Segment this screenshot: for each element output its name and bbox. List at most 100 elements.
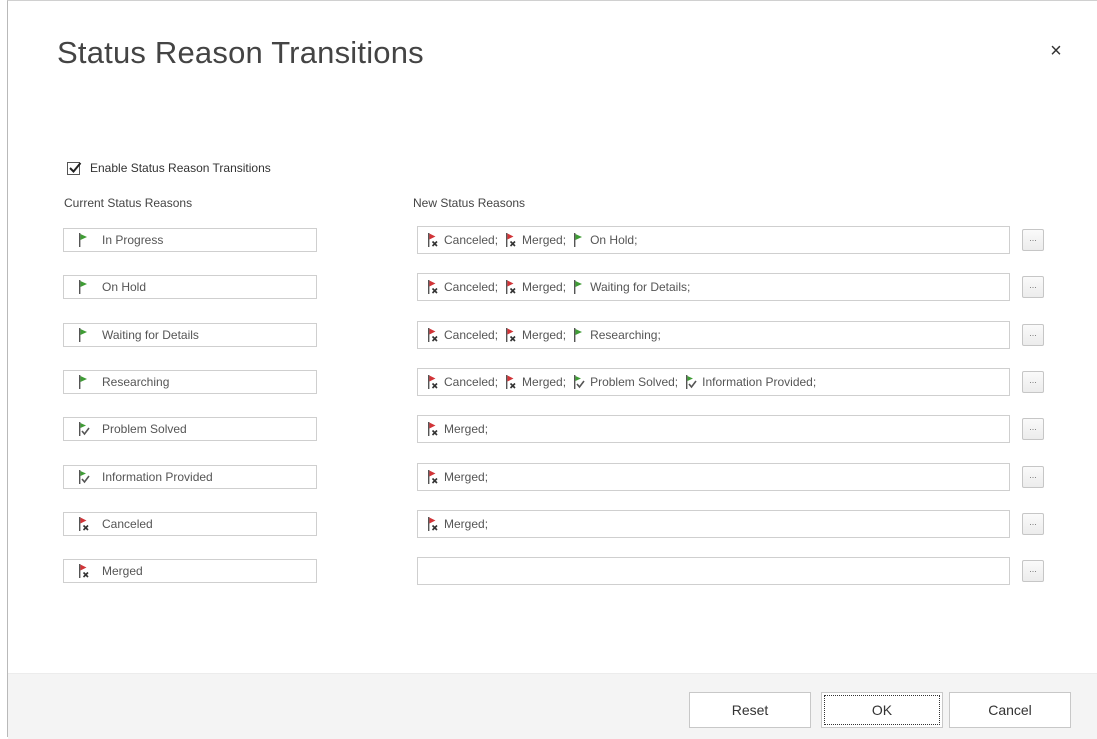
current-status-field[interactable]: Canceled: [63, 512, 317, 536]
current-status-field[interactable]: Information Provided: [63, 465, 317, 489]
green-flag-icon: [77, 327, 93, 343]
enable-transitions-label: Enable Status Reason Transitions: [90, 161, 271, 175]
new-status-reason-label: Merged;: [522, 233, 567, 247]
green-flag-icon: [572, 327, 588, 343]
current-status-label: Researching: [102, 375, 170, 389]
new-status-reason-label: Information Provided;: [702, 375, 817, 389]
new-status-reasons-field[interactable]: Canceled; Merged; Researching;: [417, 321, 1010, 349]
new-status-reason-chip[interactable]: Waiting for Details;: [572, 279, 690, 295]
checkmark-icon: [69, 161, 82, 173]
new-status-reason-chip[interactable]: Merged;: [426, 421, 488, 437]
green-flag-check-icon: [684, 374, 700, 390]
lookup-more-button[interactable]: ...: [1022, 560, 1044, 582]
new-status-reason-chip[interactable]: Merged;: [426, 469, 488, 485]
current-status-field[interactable]: Problem Solved: [63, 417, 317, 441]
new-status-reason-label: Problem Solved;: [590, 375, 679, 389]
new-status-reason-chip[interactable]: Information Provided;: [684, 374, 816, 390]
new-status-reason-chip[interactable]: Canceled;: [426, 279, 498, 295]
new-status-reason-label: Merged;: [522, 328, 567, 342]
green-flag-icon: [77, 232, 93, 248]
new-status-reasons-field[interactable]: [417, 557, 1010, 585]
current-status-label: On Hold: [102, 280, 147, 294]
new-status-reason-chip[interactable]: Researching;: [572, 327, 661, 343]
lookup-more-button[interactable]: ...: [1022, 418, 1044, 440]
new-status-reason-chip[interactable]: Merged;: [504, 374, 566, 390]
red-flag-x-icon: [426, 374, 442, 390]
new-status-reason-chip[interactable]: Canceled;: [426, 327, 498, 343]
new-status-reason-chip[interactable]: Canceled;: [426, 374, 498, 390]
red-flag-x-icon: [426, 279, 442, 295]
reset-button[interactable]: Reset: [689, 692, 811, 728]
lookup-more-button[interactable]: ...: [1022, 371, 1044, 393]
new-status-reason-label: On Hold;: [590, 233, 638, 247]
red-flag-x-icon: [77, 516, 93, 532]
new-status-reason-label: Canceled;: [444, 375, 499, 389]
close-icon[interactable]: ×: [1044, 39, 1068, 63]
red-flag-x-icon: [504, 232, 520, 248]
new-status-reason-label: Merged;: [522, 280, 567, 294]
red-flag-x-icon: [426, 469, 442, 485]
green-flag-check-icon: [572, 374, 588, 390]
new-status-reasons-field[interactable]: Merged;: [417, 463, 1010, 491]
current-status-label: Canceled: [102, 517, 153, 531]
new-status-reason-label: Merged;: [444, 517, 489, 531]
current-status-label: Waiting for Details: [102, 328, 199, 342]
red-flag-x-icon: [426, 516, 442, 532]
new-status-reason-label: Merged;: [522, 375, 567, 389]
enable-transitions-row: Enable Status Reason Transitions: [67, 161, 271, 175]
new-status-reason-chip[interactable]: Merged;: [504, 279, 566, 295]
green-flag-check-icon: [77, 421, 93, 437]
new-status-reason-label: Waiting for Details;: [590, 280, 691, 294]
green-flag-check-icon: [77, 469, 93, 485]
red-flag-x-icon: [77, 563, 93, 579]
lookup-more-button[interactable]: ...: [1022, 324, 1044, 346]
red-flag-x-icon: [426, 327, 442, 343]
new-status-reason-chip[interactable]: Problem Solved;: [572, 374, 678, 390]
new-status-reasons-field[interactable]: Merged;: [417, 510, 1010, 538]
dialog-title: Status Reason Transitions: [57, 35, 424, 70]
ok-button[interactable]: OK: [821, 692, 943, 728]
new-status-reason-label: Canceled;: [444, 233, 499, 247]
new-status-reasons-field[interactable]: Canceled; Merged; Problem Solved; Informati…: [417, 368, 1010, 396]
new-status-reason-chip[interactable]: Merged;: [504, 232, 566, 248]
new-status-reason-label: Researching;: [590, 328, 661, 342]
current-status-field[interactable]: Researching: [63, 370, 317, 394]
lookup-more-button[interactable]: ...: [1022, 276, 1044, 298]
current-status-field[interactable]: On Hold: [63, 275, 317, 299]
red-flag-x-icon: [426, 232, 442, 248]
current-status-reasons-header: Current Status Reasons: [64, 196, 193, 210]
new-status-reason-chip[interactable]: Merged;: [426, 516, 488, 532]
current-status-field[interactable]: Waiting for Details: [63, 323, 317, 347]
current-status-field[interactable]: Merged: [63, 559, 317, 583]
new-status-reasons-field[interactable]: Canceled; Merged; On Hold;: [417, 226, 1010, 254]
new-status-reasons-field[interactable]: Canceled; Merged; Waiting for Details;: [417, 273, 1010, 301]
green-flag-icon: [572, 232, 588, 248]
current-status-label: Problem Solved: [102, 422, 187, 436]
new-status-reason-label: Merged;: [444, 470, 489, 484]
enable-transitions-checkbox[interactable]: [67, 161, 82, 175]
current-status-label: Merged: [102, 564, 143, 578]
new-status-reason-chip[interactable]: On Hold;: [572, 232, 637, 248]
lookup-more-button[interactable]: ...: [1022, 466, 1044, 488]
red-flag-x-icon: [504, 374, 520, 390]
red-flag-x-icon: [504, 327, 520, 343]
current-status-field[interactable]: In Progress: [63, 228, 317, 252]
current-status-label: In Progress: [102, 233, 164, 247]
red-flag-x-icon: [504, 279, 520, 295]
cancel-button[interactable]: Cancel: [949, 692, 1071, 728]
lookup-more-button[interactable]: ...: [1022, 229, 1044, 251]
new-status-reason-chip[interactable]: Merged;: [504, 327, 566, 343]
new-status-reason-label: Merged;: [444, 422, 489, 436]
new-status-reason-label: Canceled;: [444, 328, 499, 342]
green-flag-icon: [572, 279, 588, 295]
green-flag-icon: [77, 374, 93, 390]
green-flag-icon: [77, 279, 93, 295]
new-status-reasons-header: New Status Reasons: [413, 196, 526, 210]
red-flag-x-icon: [426, 421, 442, 437]
status-reason-transitions-dialog: Status Reason Transitions × Enable Statu…: [7, 0, 1097, 739]
lookup-more-button[interactable]: ...: [1022, 513, 1044, 535]
new-status-reasons-field[interactable]: Merged;: [417, 415, 1010, 443]
new-status-reason-chip[interactable]: Canceled;: [426, 232, 498, 248]
current-status-label: Information Provided: [102, 470, 213, 484]
new-status-reason-label: Canceled;: [444, 280, 499, 294]
